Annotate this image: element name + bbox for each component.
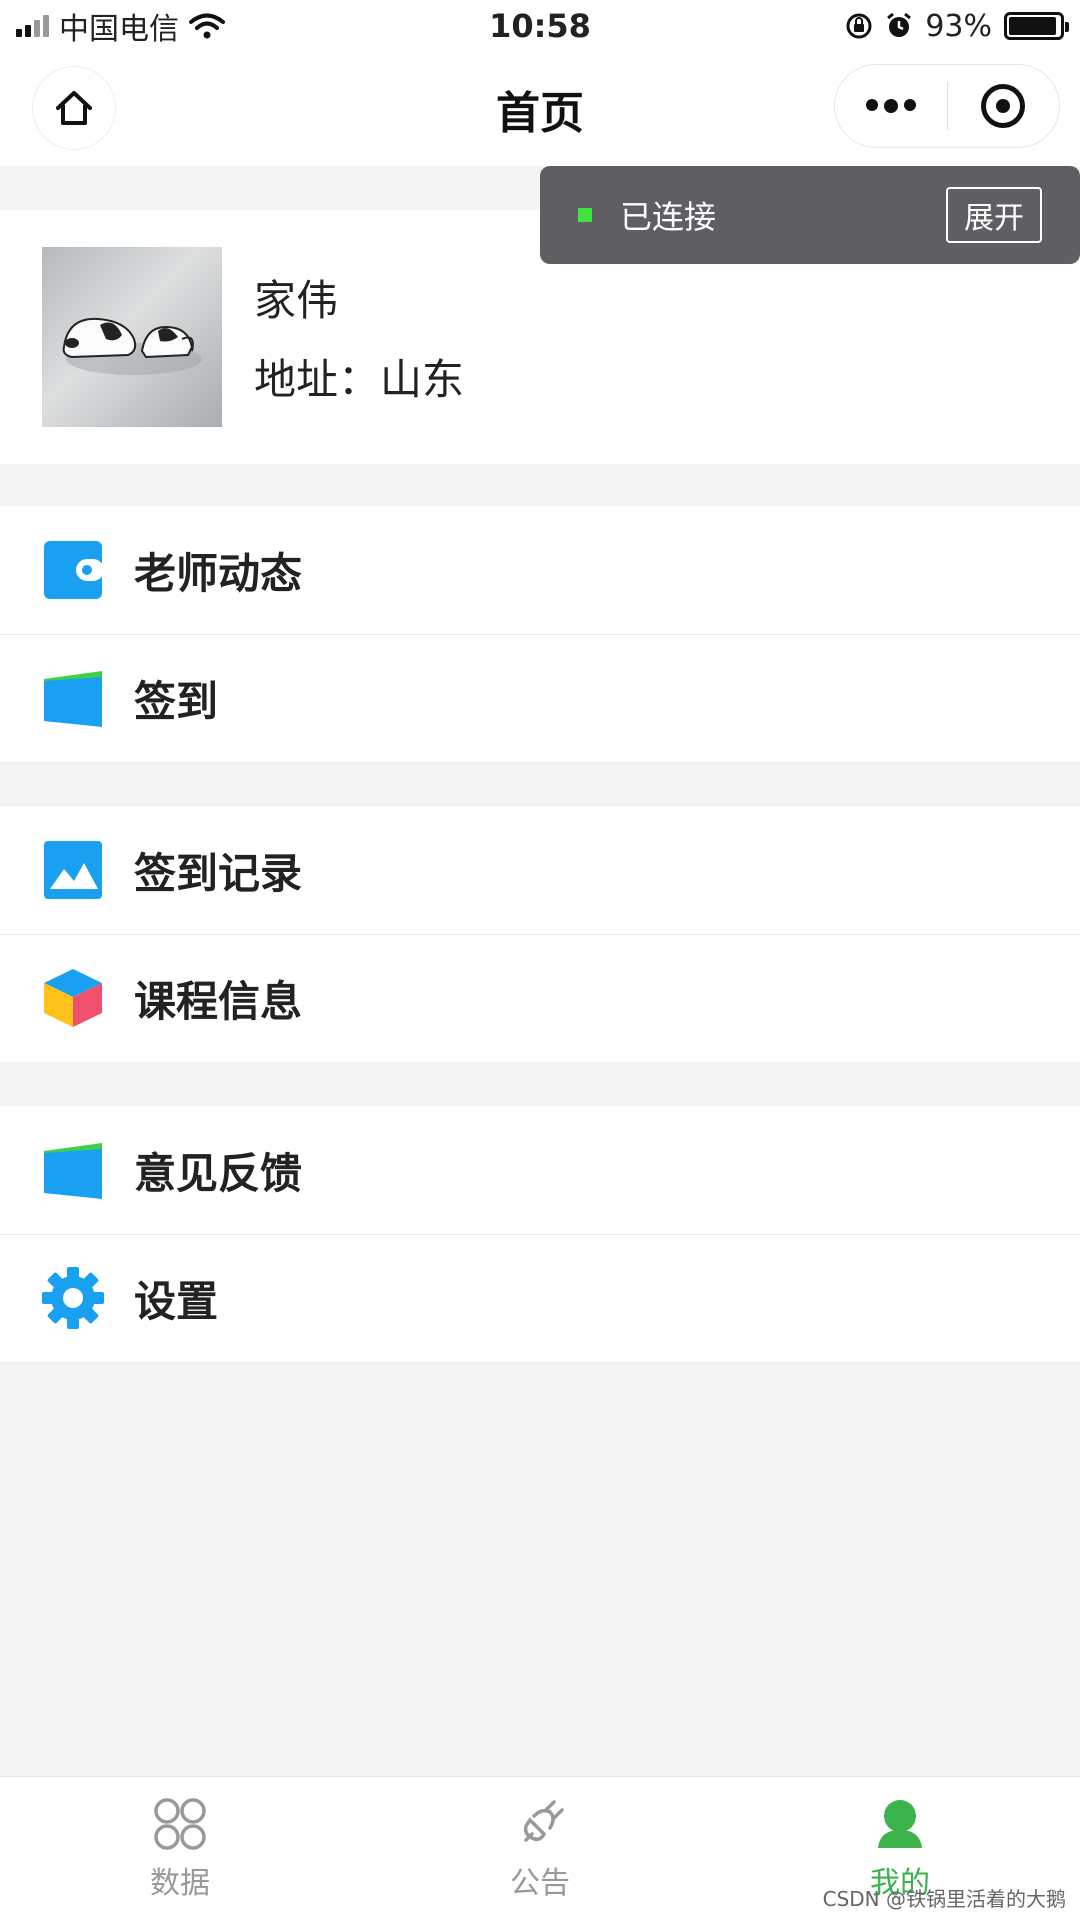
more-button[interactable] [835,65,947,147]
expand-button[interactable]: 展开 [946,187,1042,243]
profile-name: 家伟 [254,276,339,325]
watermark: CSDN @铁锅里活着的大鹅 [822,1887,1066,1911]
menu-label: 课程信息 [134,976,303,1026]
capsule-menu [834,64,1060,148]
menu-label: 设置 [134,1276,219,1326]
plug-icon [523,1799,564,1842]
tab-label: 数据 [150,1865,210,1901]
menu-label: 意见反馈 [134,1148,303,1198]
menu-item-settings[interactable]: 设置 [0,1234,1080,1362]
alarm-icon [887,12,912,37]
signal-icon [16,15,49,37]
close-miniprogram-button[interactable] [948,65,1060,147]
battery-fill [1009,17,1056,35]
menu-group-2: 签到记录 课程信息 [0,806,1080,1062]
cube-icon [42,967,104,1029]
battery-icon [1004,12,1069,40]
status-left: 中国电信 [16,4,225,48]
snoopy-avatar-image [62,317,202,375]
connected-status-icon [578,208,592,222]
more-dots-icon [865,99,916,113]
gear-icon [42,1267,104,1329]
menu-label: 老师动态 [134,548,303,598]
home-button[interactable] [32,66,116,150]
folder-icon [42,1139,104,1201]
menu-label: 签到记录 [134,848,303,898]
menu-group-3: 意见反馈 设置 [0,1106,1080,1362]
carrier-label: 中国电信 [59,12,179,47]
menu-group-1: 老师动态 签到 [0,506,1080,762]
menu-item-sign-in[interactable]: 签到 [0,634,1080,762]
page-title: 首页 [496,88,584,139]
grid-circles-icon [154,1797,206,1850]
image-icon [42,839,104,901]
home-icon [56,91,92,125]
avatar[interactable] [42,247,222,427]
tab-announcement[interactable]: 公告 [360,1777,720,1920]
menu-item-teacher-news[interactable]: 老师动态 [0,506,1080,634]
status-bar: 中国电信 10:58 93% [0,0,1080,52]
target-icon [981,84,1026,128]
status-right: 93% [845,8,1069,44]
tab-data[interactable]: 数据 [0,1777,360,1920]
menu-item-sign-in-records[interactable]: 签到记录 [0,806,1080,934]
tab-label: 公告 [510,1865,570,1901]
connection-toast: 已连接 展开 [540,166,1080,264]
menu-item-course-info[interactable]: 课程信息 [0,934,1080,1062]
connection-status-text: 已连接 [620,198,717,236]
nav-bar: 首页 [0,52,1080,166]
menu-item-feedback[interactable]: 意见反馈 [0,1106,1080,1234]
orientation-lock-icon [846,13,872,39]
wifi-icon [189,13,225,39]
profile-address: 地址：山东 [254,355,465,404]
battery-percent: 93% [925,8,992,44]
profile-info: 家伟 地址：山东 [254,267,464,407]
wallet-icon [42,539,104,601]
menu-label: 签到 [134,676,219,726]
person-icon [878,1799,922,1848]
folder-icon [42,667,104,729]
